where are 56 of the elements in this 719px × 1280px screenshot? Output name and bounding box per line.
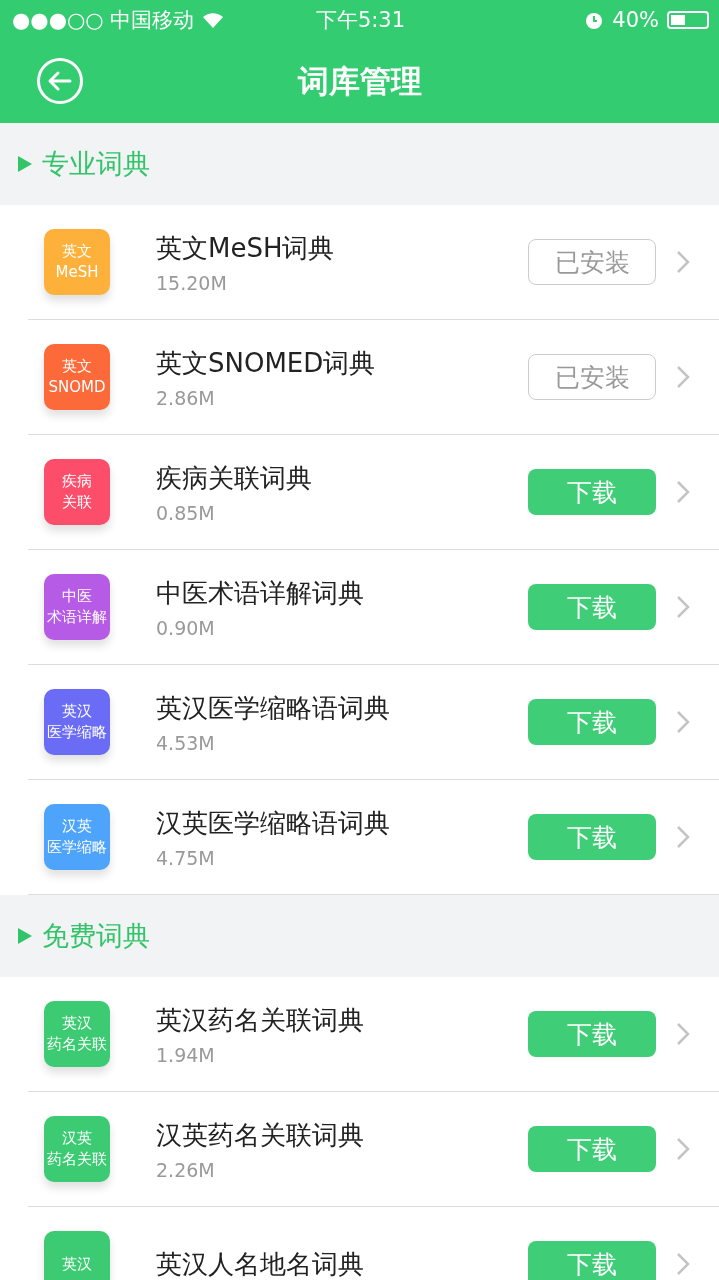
- triangle-icon: [18, 156, 32, 172]
- section-title: 免费词典: [42, 919, 150, 953]
- file-size: 2.26M: [156, 1158, 216, 1181]
- chevron-icon[interactable]: [676, 1137, 690, 1161]
- chevron-icon[interactable]: [676, 710, 690, 734]
- dictionary-icon: 英汉 药名关联: [44, 1001, 110, 1067]
- dictionary-name: 英汉医学缩略语词典: [156, 691, 391, 725]
- chevron-icon[interactable]: [676, 365, 690, 389]
- file-size: 4.75M: [156, 846, 216, 869]
- download-button[interactable]: 下载: [528, 1126, 656, 1172]
- battery-text: 40%: [612, 8, 659, 32]
- download-button[interactable]: 下载: [528, 1241, 656, 1280]
- dictionary-name: 英汉人名地名词典: [156, 1247, 365, 1280]
- carrier-text: ●●●○○ 中国移动: [12, 7, 195, 34]
- dictionary-icon: 英文 MeSH: [44, 229, 110, 295]
- download-button[interactable]: 下载: [528, 814, 656, 860]
- dictionary-name: 英文MeSH词典: [156, 231, 336, 265]
- chevron-icon[interactable]: [676, 250, 690, 274]
- dictionary-icon: 英文 SNOMD: [44, 344, 110, 410]
- dictionary-name: 英文SNOMED词典: [156, 346, 377, 380]
- dictionary-icon: 中医 术语详解: [44, 574, 110, 640]
- wifi-icon: [202, 12, 225, 28]
- file-size: 15.20M: [156, 271, 228, 294]
- alarm-icon: [584, 10, 605, 30]
- file-size: 0.90M: [156, 616, 216, 639]
- dictionary-icon: 英汉 医学缩略: [44, 689, 110, 755]
- dictionary-name: 疾病关联词典: [156, 461, 313, 495]
- file-size: 2.86M: [156, 386, 216, 409]
- file-size: 0.85M: [156, 501, 216, 524]
- dictionary-icon: 汉英 药名关联: [44, 1116, 110, 1182]
- chevron-icon[interactable]: [676, 1252, 690, 1276]
- chevron-icon[interactable]: [676, 480, 690, 504]
- installed-button[interactable]: 已安装: [528, 354, 656, 400]
- download-button[interactable]: 下载: [528, 469, 656, 515]
- dictionary-name: 汉英医学缩略语词典: [156, 806, 391, 840]
- page-title: 词库管理: [297, 61, 422, 101]
- file-size: 1.94M: [156, 1043, 216, 1066]
- file-size: 4.53M: [156, 731, 216, 754]
- section-title: 专业词典: [42, 147, 150, 181]
- dictionary-name: 中医术语详解词典: [156, 576, 365, 610]
- dictionary-icon: 疾病 关联: [44, 459, 110, 525]
- chevron-icon[interactable]: [676, 595, 690, 619]
- download-button[interactable]: 下载: [528, 584, 656, 630]
- chevron-icon[interactable]: [676, 1022, 690, 1046]
- triangle-icon: [18, 928, 32, 944]
- battery-icon: [667, 11, 709, 29]
- dictionary-name: 汉英药名关联词典: [156, 1118, 365, 1152]
- dictionary-icon: 汉英 医学缩略: [44, 804, 110, 870]
- installed-button[interactable]: 已安装: [528, 239, 656, 285]
- dictionary-name: 英汉药名关联词典: [156, 1003, 365, 1037]
- time-text: 下午5:31: [315, 7, 406, 34]
- download-button[interactable]: 下载: [528, 1011, 656, 1057]
- download-button[interactable]: 下载: [528, 699, 656, 745]
- chevron-icon[interactable]: [676, 825, 690, 849]
- back-button[interactable]: [36, 57, 84, 105]
- dictionary-icon: 英汉: [44, 1231, 110, 1280]
